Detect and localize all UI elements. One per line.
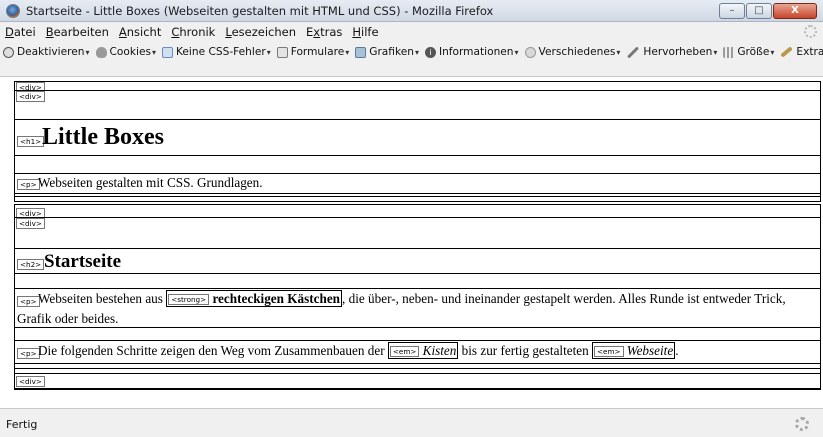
throbber-icon: [804, 25, 817, 38]
em-text: Webseite: [626, 343, 674, 358]
p-tag-label: <p>: [17, 296, 40, 307]
div-tag-label: <div>: [16, 218, 45, 229]
window-controls: – □ X: [718, 3, 817, 19]
web-developer-toolbar: Deaktivieren ▾ Cookies ▾ Keine CSS-Fehler ▾…: [0, 41, 823, 77]
menu-hilfe[interactable]: Hilfe: [347, 25, 383, 39]
paragraph-line: Webseiten bestehen aus <strong> rechteck…: [38, 290, 786, 307]
status-text: Fertig: [6, 418, 38, 431]
paragraph-line: Grafik oder beides.: [17, 311, 119, 326]
strong-text: rechteckigen Kästchen: [212, 291, 341, 306]
em-text: Kisten: [422, 343, 457, 358]
h1-tag-label: <h1>: [17, 136, 45, 147]
page-viewport[interactable]: <div> <div> <h1> Little Boxes <p> Websei…: [0, 77, 823, 408]
cookies-button[interactable]: Cookies ▾: [93, 44, 160, 60]
hervorheben-button[interactable]: Hervorheben ▾: [623, 44, 720, 60]
menu-datei[interactable]: Datei: [0, 25, 41, 39]
disable-icon: [3, 46, 14, 58]
section-heading: Startseite: [44, 251, 122, 272]
menu-bearbeiten[interactable]: Bearbeiten: [41, 25, 114, 39]
h2-box: [14, 248, 821, 274]
em-box: <em> Kisten: [387, 342, 459, 359]
highlighter-icon: [627, 45, 640, 59]
strong-tag-label: <strong>: [168, 294, 210, 306]
maximize-button[interactable]: □: [746, 3, 772, 19]
menu-chronik[interactable]: Chronik: [166, 25, 220, 39]
close-button[interactable]: X: [773, 3, 817, 19]
div-box: [14, 373, 821, 389]
image-icon: [355, 46, 367, 58]
window-title: Startseite - Little Boxes (Webseiten ges…: [26, 3, 494, 18]
em-tag-label: <em>: [389, 346, 420, 358]
deaktivieren-button[interactable]: Deaktivieren ▾: [0, 44, 93, 60]
form-icon: [276, 46, 288, 58]
cookie-icon: [95, 46, 107, 58]
em-box: <em> Webseite: [592, 342, 676, 359]
css-errors-button[interactable]: Keine CSS-Fehler ▾: [159, 44, 274, 60]
firefox-icon: [6, 3, 20, 18]
extras-button[interactable]: Extras▾: [777, 44, 823, 60]
div-tag-label: <div>: [16, 91, 45, 102]
div-tag-label: <div>: [16, 376, 45, 387]
window-titlebar: Startseite - Little Boxes (Webseiten ges…: [0, 0, 823, 22]
menu-ansicht[interactable]: Ansicht: [114, 25, 166, 39]
p-tag-label: <p>: [17, 348, 40, 359]
gear-icon[interactable]: [795, 417, 809, 431]
info-icon: i: [424, 46, 436, 58]
minimize-button[interactable]: –: [719, 3, 745, 19]
informationen-button[interactable]: i Informationen ▾: [422, 44, 522, 60]
p-tag-label: <p>: [17, 179, 40, 190]
tools-icon: [780, 46, 794, 58]
css-icon: [162, 46, 173, 58]
verschiedenes-button[interactable]: Verschiedenes ▾: [522, 44, 624, 60]
groesse-button[interactable]: Größe ▾: [720, 44, 777, 60]
misc-icon: [524, 46, 536, 58]
subtitle-text: Webseiten gestalten mit CSS. Grundlagen.: [38, 175, 263, 190]
strong-box: <strong> rechteckigen Kästchen: [166, 290, 343, 307]
grafiken-button[interactable]: Grafiken ▾: [352, 44, 422, 60]
paragraph-line: Die folgenden Schritte zeigen den Weg vo…: [38, 342, 679, 359]
menu-extras[interactable]: Extras: [301, 25, 347, 39]
formulare-button[interactable]: Formulare ▾: [274, 44, 353, 60]
menu-bar: Datei Bearbeiten Ansicht Chronik Lesezei…: [0, 22, 823, 41]
page-heading: Little Boxes: [42, 124, 164, 150]
menu-lesezeichen[interactable]: Lesezeichen: [220, 25, 301, 39]
em-tag-label: <em>: [594, 346, 624, 358]
h2-tag-label: <h2>: [17, 259, 45, 270]
resize-icon: [723, 46, 735, 58]
status-bar: Fertig: [0, 408, 823, 437]
